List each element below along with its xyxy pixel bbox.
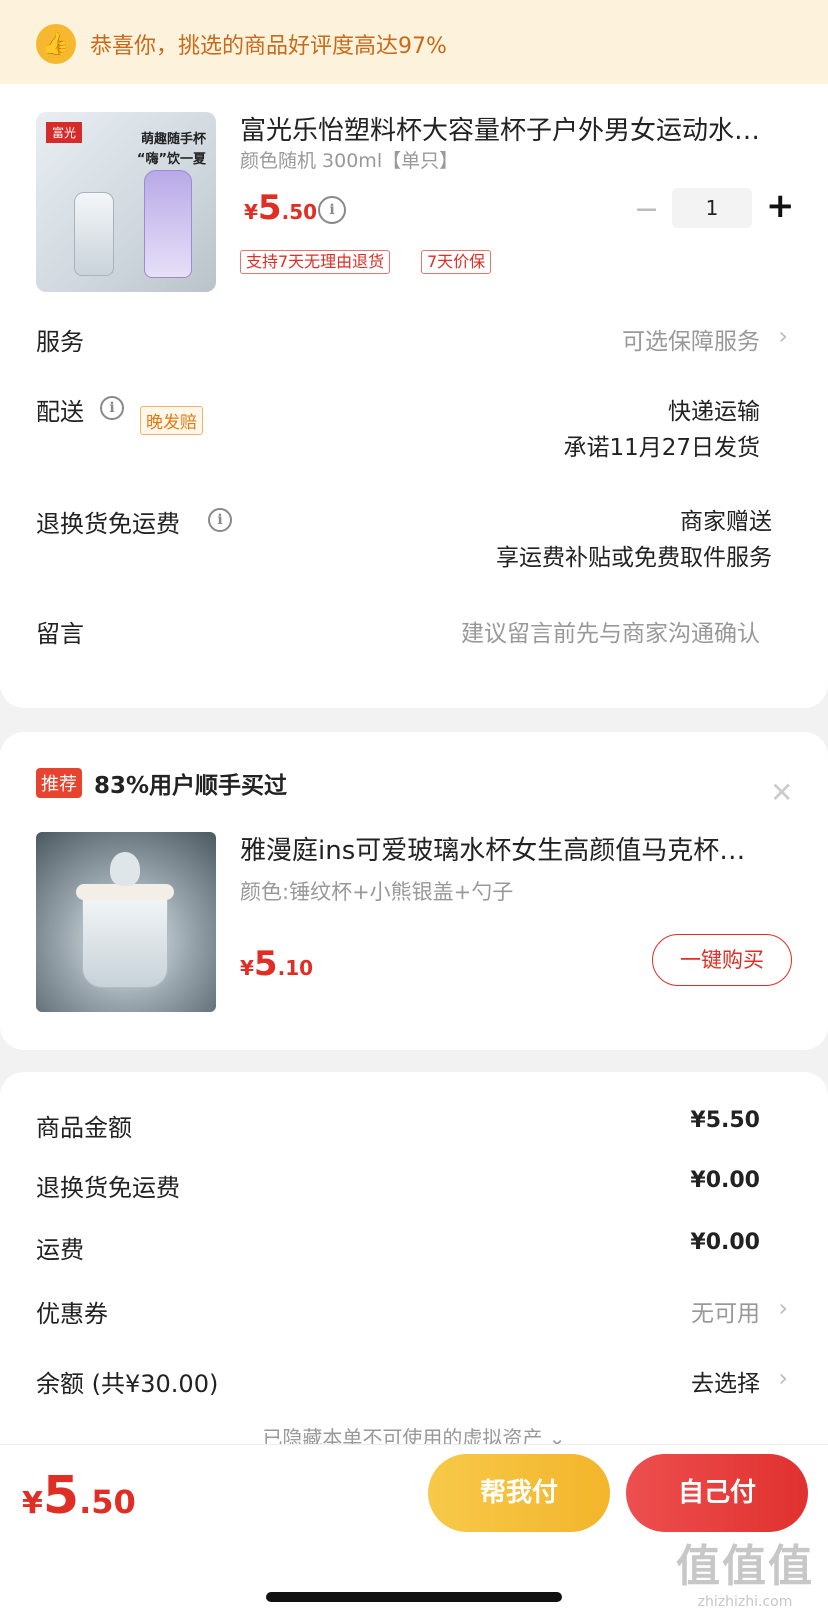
return-fee-value: 商家赠送	[680, 509, 772, 535]
quantity-minus-button[interactable]: −	[634, 192, 659, 227]
thumbs-up-icon: 👍	[36, 24, 76, 64]
delivery-info-icon[interactable]: i	[100, 396, 124, 420]
close-icon[interactable]: ✕	[770, 776, 793, 809]
price-dec: .50	[281, 200, 318, 224]
recommend-product-image[interactable]	[36, 832, 216, 1012]
return-fee-label: 退换货免运费	[36, 510, 180, 538]
price-dec: .50	[79, 1483, 136, 1521]
service-value[interactable]: 可选保障服务	[622, 322, 760, 356]
late-compensation-badge: 晚发赔	[140, 406, 203, 435]
total-price: ¥5.50	[22, 1466, 136, 1526]
goods-amount-value: ¥5.50	[690, 1108, 760, 1133]
mug-graphic	[82, 894, 168, 988]
recommend-spec: 颜色:锤纹杯+小熊银盖+勺子	[240, 880, 514, 904]
price-currency: ¥	[244, 200, 258, 224]
service-label: 服务	[36, 328, 84, 356]
product-title[interactable]: 富光乐怡塑料杯大容量杯子户外男女运动水…	[240, 110, 780, 147]
product-image[interactable]: 富光 萌趣随手杯 “嗨”饮一夏	[36, 112, 216, 292]
balance-select[interactable]: 去选择	[691, 1364, 760, 1398]
recommend-text: 83%用户顺手买过	[94, 773, 288, 799]
quantity-input[interactable]: 1	[672, 188, 752, 228]
return-fee-detail: 享运费补贴或免费取件服务	[496, 545, 772, 571]
price-currency: ¥	[240, 956, 254, 980]
brand-tag: 富光	[46, 122, 83, 143]
home-indicator[interactable]	[266, 1592, 562, 1602]
recommend-title[interactable]: 雅漫庭ins可爱玻璃水杯女生高颜值马克杯…	[240, 830, 796, 867]
quantity-plus-button[interactable]: +	[766, 186, 795, 226]
price-currency: ¥	[22, 1486, 43, 1521]
product-price: ¥5.50	[244, 188, 317, 228]
delivery-promise: 承诺11月27日发货	[563, 435, 760, 461]
price-dec: .10	[277, 956, 314, 980]
recommend-price: ¥5.10	[240, 944, 313, 984]
price-protect-tag: 7天价保	[421, 250, 492, 274]
message-input[interactable]: 建议留言前先与商家沟通确认	[461, 614, 760, 648]
coupon-label: 优惠券	[36, 1300, 108, 1328]
bottle-graphic	[144, 170, 192, 278]
hidden-assets-toggle[interactable]: 已隐藏本单不可使用的虚拟资产 ⌄	[0, 1422, 828, 1444]
price-info-icon[interactable]: i	[318, 196, 346, 224]
chevron-right-icon[interactable]: ›	[778, 1294, 788, 1322]
rating-banner: 👍 恭喜你，挑选的商品好评度高达97%	[0, 0, 828, 88]
watermark-url: zhizhizhi.com	[697, 1594, 793, 1610]
image-caption: 萌趣随手杯	[140, 132, 206, 147]
watermark-logo: 值值值	[676, 1541, 814, 1592]
banner-text: 恭喜你，挑选的商品好评度高达97%	[90, 34, 447, 59]
return-fee-summary-label: 退换货免运费	[36, 1174, 180, 1202]
delivery-method: 快递运输	[668, 399, 760, 425]
watermark: 值值值 zhizhizhi.com	[676, 1530, 814, 1610]
price-int: 5	[253, 944, 278, 984]
bear-graphic	[110, 852, 140, 886]
price-int: 5	[42, 1466, 80, 1526]
coupon-value[interactable]: 无可用	[691, 1294, 760, 1328]
mug-lid-graphic	[76, 884, 174, 900]
price-int: 5	[257, 188, 282, 228]
message-label: 留言	[36, 620, 84, 648]
balance-label: 余额 (共¥30.00)	[36, 1370, 219, 1398]
shipping-label: 运费	[36, 1236, 84, 1264]
delivery-label: 配送	[36, 398, 84, 426]
return-fee-info-icon[interactable]: i	[208, 508, 232, 532]
product-spec[interactable]: 颜色随机 300ml【单只】	[240, 146, 458, 173]
return-policy-tag: 支持7天无理由退货	[240, 250, 391, 274]
bottle-graphic	[74, 192, 114, 276]
recommend-badge: 推荐	[36, 768, 82, 798]
shipping-value: ¥0.00	[690, 1230, 760, 1255]
help-pay-button[interactable]: 帮我付	[428, 1454, 610, 1532]
self-pay-button[interactable]: 自己付	[626, 1454, 808, 1532]
hidden-assets-text: 已隐藏本单不可使用的虚拟资产	[262, 1426, 543, 1444]
one-click-buy-button[interactable]: 一键购买	[652, 934, 792, 986]
image-caption: “嗨”饮一夏	[136, 152, 206, 167]
chevron-right-icon[interactable]: ›	[778, 322, 788, 350]
return-fee-summary-value: ¥0.00	[690, 1168, 760, 1193]
goods-amount-label: 商品金额	[36, 1114, 132, 1142]
chevron-right-icon[interactable]: ›	[778, 1364, 788, 1392]
